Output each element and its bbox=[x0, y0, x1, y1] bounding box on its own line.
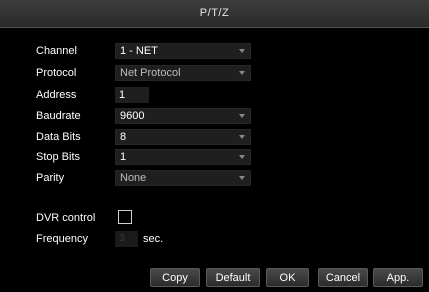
chevron-down-icon bbox=[239, 114, 245, 118]
apply-button[interactable]: App. bbox=[373, 268, 423, 287]
data-bits-row: Data Bits 8 bbox=[0, 129, 429, 145]
frequency-unit: sec. bbox=[143, 233, 164, 245]
protocol-label: Protocol bbox=[36, 67, 77, 79]
frequency-row: Frequency 3 sec. bbox=[0, 231, 429, 247]
protocol-select[interactable]: Net Protocol bbox=[115, 65, 251, 81]
protocol-row: Protocol Net Protocol bbox=[0, 65, 429, 81]
default-button[interactable]: Default bbox=[206, 268, 260, 287]
parity-label: Parity bbox=[36, 172, 65, 184]
stop-bits-label: Stop Bits bbox=[36, 151, 81, 163]
stop-bits-select[interactable]: 1 bbox=[115, 149, 251, 165]
ok-button[interactable]: OK bbox=[266, 268, 309, 287]
baudrate-label: Baudrate bbox=[36, 110, 81, 122]
baudrate-row: Baudrate 9600 bbox=[0, 108, 429, 124]
protocol-value: Net Protocol bbox=[120, 67, 181, 79]
dvr-control-checkbox[interactable] bbox=[118, 210, 132, 224]
channel-label: Channel bbox=[36, 45, 77, 57]
baudrate-value: 9600 bbox=[120, 110, 145, 122]
address-input[interactable]: 1 bbox=[115, 87, 149, 103]
baudrate-select[interactable]: 9600 bbox=[115, 108, 251, 124]
data-bits-label: Data Bits bbox=[36, 131, 81, 143]
address-label: Address bbox=[36, 89, 77, 101]
address-value: 1 bbox=[119, 89, 126, 101]
button-bar: Copy Default OK Cancel App. bbox=[0, 268, 429, 287]
ptz-dialog: P/T/Z Channel 1 - NET Protocol Net Proto… bbox=[0, 0, 429, 292]
data-bits-value: 8 bbox=[120, 131, 127, 143]
data-bits-select[interactable]: 8 bbox=[115, 129, 251, 145]
parity-select[interactable]: None bbox=[115, 170, 251, 186]
frequency-value: 3 bbox=[119, 233, 125, 244]
title-bar: P/T/Z bbox=[0, 0, 429, 28]
chevron-down-icon bbox=[239, 49, 245, 53]
dvr-control-label: DVR control bbox=[36, 212, 96, 224]
dialog-title: P/T/Z bbox=[199, 7, 230, 19]
parity-value: None bbox=[120, 172, 147, 184]
frequency-label: Frequency bbox=[36, 233, 88, 245]
stop-bits-row: Stop Bits 1 bbox=[0, 149, 429, 165]
chevron-down-icon bbox=[239, 71, 245, 75]
parity-row: Parity None bbox=[0, 170, 429, 186]
channel-row: Channel 1 - NET bbox=[0, 43, 429, 59]
channel-value: 1 - NET bbox=[120, 45, 158, 57]
chevron-down-icon bbox=[239, 135, 245, 139]
copy-button[interactable]: Copy bbox=[150, 268, 200, 287]
chevron-down-icon bbox=[239, 155, 245, 159]
stop-bits-value: 1 bbox=[120, 151, 127, 163]
dvr-control-row: DVR control bbox=[0, 210, 429, 226]
channel-select[interactable]: 1 - NET bbox=[115, 43, 251, 59]
address-row: Address 1 bbox=[0, 87, 429, 103]
chevron-down-icon bbox=[239, 176, 245, 180]
frequency-input[interactable]: 3 bbox=[115, 231, 138, 247]
cancel-button[interactable]: Cancel bbox=[318, 268, 368, 287]
